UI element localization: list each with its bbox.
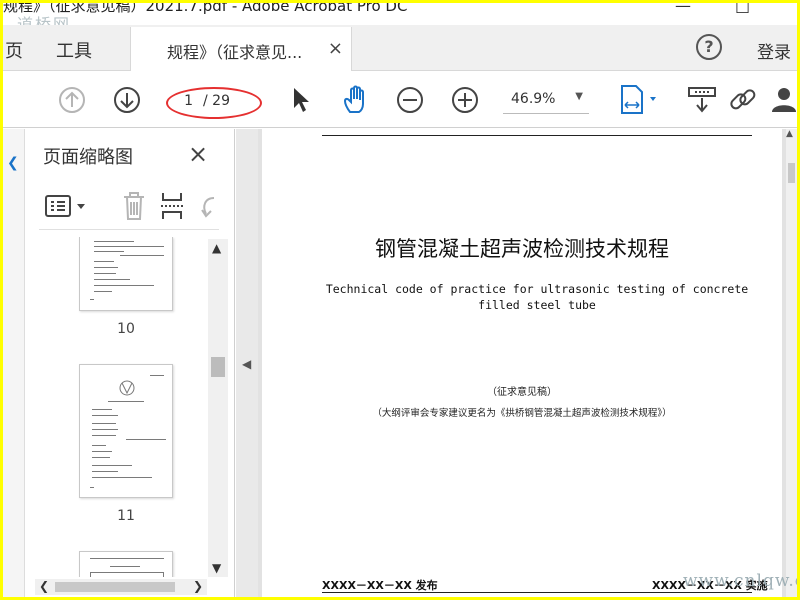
zoom-level-value: 46.9%: [511, 91, 556, 107]
menu-tools[interactable]: 工具: [56, 37, 92, 63]
document-vertical-scrollbar[interactable]: ▲: [786, 129, 797, 597]
thumbnail-figure: [119, 380, 135, 396]
document-title: 钢管混凝土超声波检测技术规程: [375, 237, 669, 261]
extract-page-icon[interactable]: [159, 190, 187, 222]
watermark-logo-bottom: www.cnlqw.com: [683, 571, 797, 591]
title-bar: 规程》（征求意见稿）2021.7.pdf - Adobe Acrobat Pro…: [3, 3, 797, 25]
document-english-title: Technical code of practice for ultrasoni…: [325, 282, 749, 312]
select-arrow-icon[interactable]: [289, 85, 313, 115]
chevron-down-icon: ▼: [575, 91, 583, 102]
hand-tool-icon[interactable]: [341, 84, 373, 116]
document-status: （征求意见稿）: [487, 387, 557, 398]
app-window: 规程》（征求意见稿）2021.7.pdf - Adobe Acrobat Pro…: [3, 3, 797, 597]
rotate-page-icon[interactable]: [197, 192, 221, 222]
bottom-rule: [322, 592, 752, 593]
collapse-panel-icon[interactable]: ◀: [242, 357, 251, 371]
publish-date: XXXX－XX－XX 发布: [322, 579, 438, 592]
top-rule: [322, 135, 752, 136]
document-tab[interactable]: 规程》（征求意见... ×: [130, 27, 352, 71]
panel-collapse-gutter[interactable]: ◀: [236, 129, 258, 597]
scroll-up-icon[interactable]: ▲: [786, 129, 793, 139]
scroll-mode-icon[interactable]: [687, 85, 717, 115]
thumbnail-list: 10 11: [25, 237, 207, 577]
page-thumbnail[interactable]: [79, 364, 173, 498]
close-tab-icon[interactable]: ×: [328, 38, 343, 59]
expand-panel-icon[interactable]: ❮: [7, 155, 19, 171]
scroll-up-icon[interactable]: ▲: [212, 241, 221, 255]
scroll-left-icon[interactable]: ❮: [39, 579, 49, 593]
close-panel-icon[interactable]: ×: [188, 140, 208, 168]
scroll-right-icon[interactable]: ❯: [193, 579, 203, 593]
fit-page-icon[interactable]: [616, 83, 662, 117]
panel-title: 页面缩略图: [43, 147, 133, 168]
minimize-button[interactable]: —: [675, 3, 691, 14]
document-tab-label: 规程》（征求意见...: [167, 43, 303, 62]
next-page-icon[interactable]: [112, 85, 142, 115]
menu-home[interactable]: 页: [5, 37, 23, 63]
help-icon[interactable]: ?: [696, 34, 722, 60]
thumbnail-label: 10: [117, 321, 135, 337]
panel-toolbar: [39, 184, 219, 230]
scroll-down-icon[interactable]: ▼: [212, 561, 221, 575]
page-thumbnail[interactable]: [79, 237, 173, 311]
login-link[interactable]: 登录: [757, 38, 791, 63]
navigation-rail: ❮: [3, 129, 25, 597]
document-view[interactable]: 钢管混凝土超声波检测技术规程 Technical code of practic…: [258, 129, 786, 597]
scrollbar-thumb[interactable]: [55, 582, 175, 592]
zoom-in-icon[interactable]: [450, 85, 480, 115]
maximize-button[interactable]: □: [735, 3, 750, 14]
delete-page-icon[interactable]: [121, 190, 147, 222]
scrollbar-thumb[interactable]: [788, 163, 795, 183]
thumbnail-label: 11: [117, 508, 135, 524]
previous-page-icon[interactable]: [57, 85, 87, 115]
page-thumbnail[interactable]: [79, 551, 173, 577]
zoom-out-icon[interactable]: [395, 85, 425, 115]
link-icon[interactable]: [727, 84, 759, 116]
document-page: 钢管混凝土超声波检测技术规程 Technical code of practic…: [262, 129, 782, 597]
thumbnail-vertical-scrollbar[interactable]: ▲ ▼: [208, 239, 228, 577]
page-thumbnails-panel: 页面缩略图 × 10 11 ▲ ▼ ❮ ❯: [25, 129, 235, 597]
document-note: （大纲评审会专家建议更名为《拱桥钢管混凝土超声波检测技术规程》）: [372, 408, 672, 419]
toolbar: 1 / 29 46.9% ▼: [3, 72, 797, 128]
annotation-ellipse: [166, 87, 262, 119]
tab-bar: 页 工具 规程》（征求意见... × ? 登录: [3, 25, 797, 71]
thumbnail-horizontal-scrollbar[interactable]: ❮ ❯: [35, 579, 207, 595]
user-icon[interactable]: [771, 85, 797, 115]
options-menu-icon[interactable]: [45, 194, 91, 220]
scrollbar-thumb[interactable]: [211, 357, 225, 377]
zoom-level-select[interactable]: 46.9% ▼: [503, 86, 589, 114]
